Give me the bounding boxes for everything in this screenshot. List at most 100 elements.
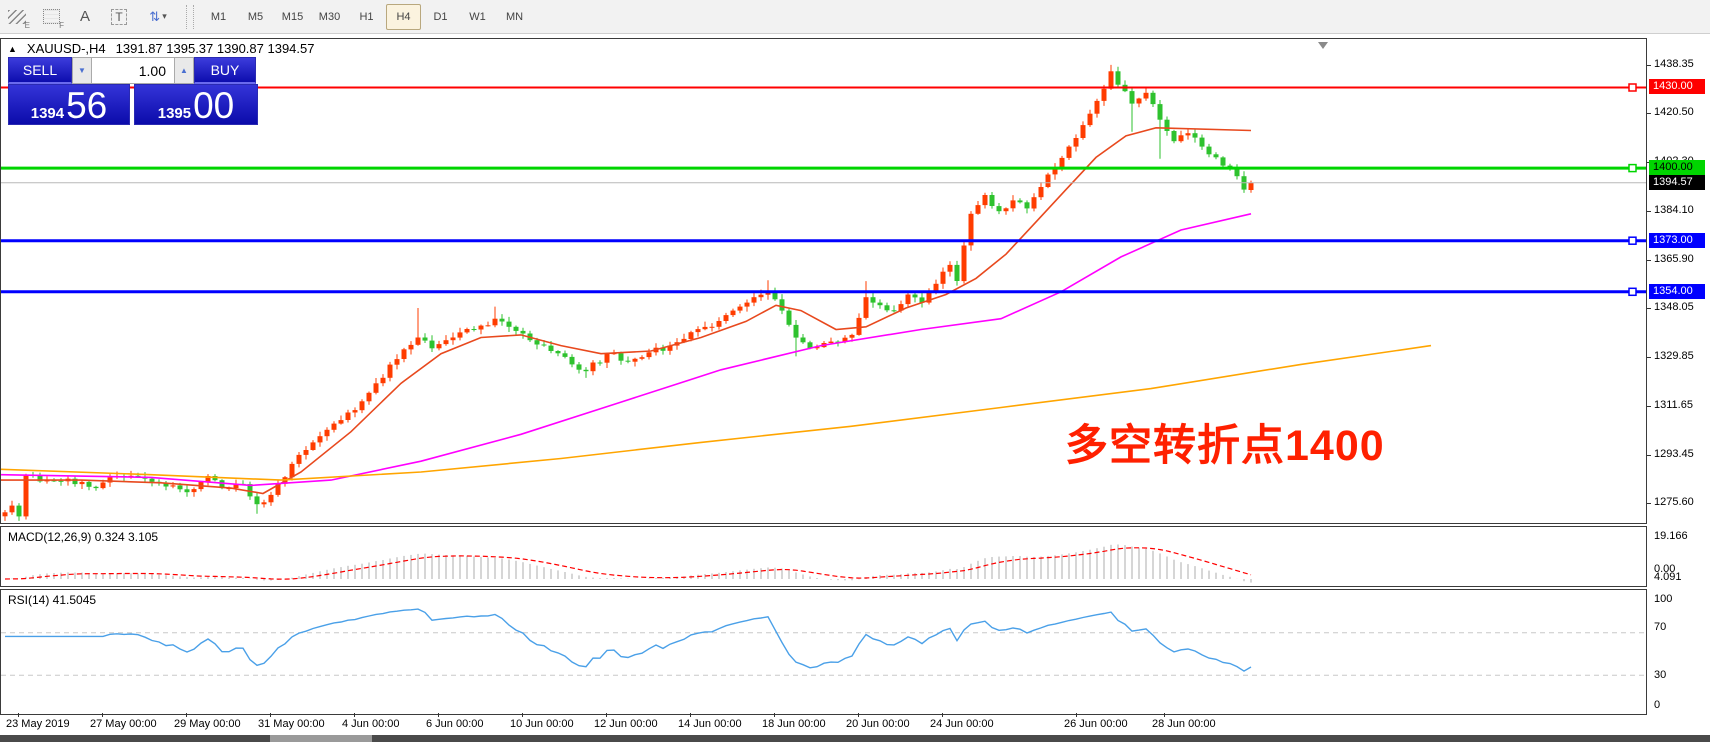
price-axis[interactable]: 1438.351420.501402.301384.101365.901348.… [1647,38,1710,715]
time-axis-label: 18 Jun 00:00 [762,718,826,730]
time-tick-mark [522,713,523,717]
axis-tick-mark [1647,455,1651,456]
rsi-axis-label: 100 [1654,593,1672,605]
axis-tick-mark [1647,211,1651,212]
macd-chart [1,527,1646,586]
time-tick-mark [690,713,691,717]
time-axis-label: 23 May 2019 [6,718,70,730]
buy-price-small: 1395 [158,105,191,128]
price-tick-label: 1329.85 [1654,350,1694,362]
timeframe-button-m30[interactable]: M30 [312,4,347,30]
arrange-objects-tool-icon[interactable]: ⇅ ▾ [138,4,178,30]
chart-annotation-text: 多空转折点1400 [1065,411,1385,473]
time-axis-label: 31 May 00:00 [258,718,325,730]
taskbar-segment [270,735,372,742]
level-price-tag: 1430.00 [1649,79,1705,94]
time-tick-mark [1164,713,1165,717]
symbol-timeframe-label: XAUUSD-,H4 [27,41,106,56]
timeframe-button-h4[interactable]: H4 [386,4,421,30]
boxed-t-icon: T [111,9,126,25]
rsi-indicator-pane[interactable] [0,589,1647,715]
macd-axis-label: 4.091 [1654,571,1682,583]
timeframe-button-mn[interactable]: MN [497,4,532,30]
one-click-trade-panel: SELL ▼ ▲ BUY 1394 56 1395 00 [8,57,258,125]
volume-increase-button[interactable]: ▲ [174,57,194,84]
macd-label: MACD(12,26,9) 0.324 3.105 [8,530,158,544]
time-axis[interactable]: 23 May 201927 May 00:0029 May 00:0031 Ma… [0,715,1647,735]
hatch-icon [8,10,26,24]
time-tick-mark [942,713,943,717]
time-axis-label: 4 Jun 00:00 [342,718,400,730]
sort-arrows-icon: ⇅ [149,9,160,25]
rsi-axis-label: 0 [1654,699,1660,711]
chevron-down-icon: ▾ [162,11,167,22]
price-tick-label: 1348.05 [1654,301,1694,313]
current-price-tag: 1394.57 [1649,175,1705,190]
axis-tick-mark [1647,406,1651,407]
price-tick-label: 1365.90 [1654,253,1694,265]
bottom-taskbar-strip [0,735,1710,742]
timeframe-button-m5[interactable]: M5 [238,4,273,30]
text-tool-icon[interactable]: T [104,4,134,30]
axis-tick-mark [1647,260,1651,261]
time-tick-mark [606,713,607,717]
volume-decrease-button[interactable]: ▼ [72,57,92,84]
time-axis-label: 24 Jun 00:00 [930,718,994,730]
buy-price-display[interactable]: 1395 00 [134,84,258,125]
price-tick-label: 1420.50 [1654,106,1694,118]
price-tick-label: 1293.45 [1654,448,1694,460]
time-tick-mark [102,713,103,717]
buy-price-big: 00 [193,85,234,126]
rsi-axis-label: 30 [1654,669,1666,681]
sell-price-display[interactable]: 1394 56 [8,84,130,125]
chart-title: ▲ XAUUSD-,H4 1391.87 1395.37 1390.87 139… [8,41,314,56]
chart-shift-marker-icon[interactable] [1318,42,1328,49]
timeframe-group: M1M5M15M30H1H4D1W1MN [200,4,533,30]
timeframe-button-m1[interactable]: M1 [201,4,236,30]
rsi-label: RSI(14) 41.5045 [8,593,96,607]
letter-a-icon: A [80,8,90,25]
price-tick-label: 1438.35 [1654,58,1694,70]
axis-tick-mark [1647,308,1651,309]
label-tool-icon[interactable]: A [70,4,100,30]
price-tick-label: 1275.60 [1654,496,1694,508]
trading-terminal-window: E F A T ⇅ ▾ M1M5M15M30H1H4D1W1MN ▲ XAUUS… [0,0,1710,742]
sell-button[interactable]: SELL [8,57,72,84]
volume-input[interactable] [92,57,174,84]
time-tick-mark [774,713,775,717]
price-tick-label: 1384.10 [1654,204,1694,216]
ohlc-values: 1391.87 1395.37 1390.87 1394.57 [116,41,315,56]
level-price-tag: 1373.00 [1649,233,1705,248]
time-axis-label: 28 Jun 00:00 [1152,718,1216,730]
level-price-tag: 1400.00 [1649,160,1705,175]
time-tick-mark [354,713,355,717]
sell-price-big: 56 [66,85,107,126]
price-tick-label: 1311.65 [1654,399,1693,411]
time-tick-mark [186,713,187,717]
time-axis-label: 6 Jun 00:00 [426,718,484,730]
timeframe-button-w1[interactable]: W1 [460,4,495,30]
toolbar: E F A T ⇅ ▾ M1M5M15M30H1H4D1W1MN [0,0,1710,34]
fibo-sub-label: F [59,21,64,30]
timeframe-button-d1[interactable]: D1 [423,4,458,30]
time-tick-mark [438,713,439,717]
rsi-axis-label: 70 [1654,621,1666,633]
time-tick-mark [18,713,19,717]
time-tick-mark [858,713,859,717]
elliott-tool-icon[interactable]: E [2,4,32,30]
macd-axis-label: 19.166 [1654,530,1688,542]
fibo-grid-tool-icon[interactable]: F [36,4,66,30]
time-axis-label: 20 Jun 00:00 [846,718,910,730]
timeframe-button-h1[interactable]: H1 [349,4,384,30]
macd-indicator-pane[interactable] [0,526,1647,587]
timeframe-button-m15[interactable]: M15 [275,4,310,30]
axis-tick-mark [1647,357,1651,358]
buy-button[interactable]: BUY [194,57,256,84]
time-axis-label: 12 Jun 00:00 [594,718,658,730]
time-axis-label: 27 May 00:00 [90,718,157,730]
time-tick-mark [270,713,271,717]
elliott-sub-label: E [25,21,30,30]
time-axis-label: 10 Jun 00:00 [510,718,574,730]
time-axis-label: 26 Jun 00:00 [1064,718,1128,730]
panel-collapse-arrow-icon[interactable]: ▲ [8,44,17,54]
